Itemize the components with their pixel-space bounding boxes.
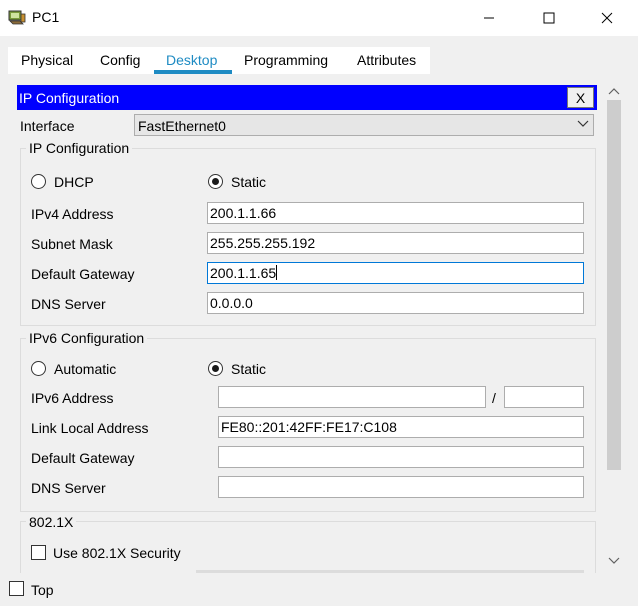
- close-icon: [601, 12, 613, 24]
- prefix-separator: /: [492, 390, 496, 406]
- tab-desktop[interactable]: Desktop: [166, 52, 217, 68]
- minimize-icon: [484, 17, 494, 19]
- ipv6-dns-label: DNS Server: [31, 480, 106, 496]
- ipv6-static-radio[interactable]: [208, 361, 223, 376]
- ipv4-group-title: IP Configuration: [26, 140, 133, 156]
- ipv6-gateway-label: Default Gateway: [31, 450, 135, 466]
- active-tab-indicator: [154, 70, 232, 74]
- interface-label: Interface: [20, 118, 75, 134]
- dhcp-radio[interactable]: [31, 174, 46, 189]
- tab-attributes[interactable]: Attributes: [357, 52, 416, 68]
- minimize-button[interactable]: [466, 0, 512, 36]
- ipv4-dns-field[interactable]: 0.0.0.0: [207, 292, 584, 314]
- subnet-mask-field[interactable]: 255.255.255.192: [207, 232, 584, 254]
- ipv6-gateway-field[interactable]: [218, 446, 584, 468]
- ipv4-address-field[interactable]: 200.1.1.66: [207, 202, 584, 224]
- dhcp-label: DHCP: [54, 174, 94, 190]
- ipv4-static-radio[interactable]: [208, 174, 223, 189]
- packet-tracer-pc-icon: [8, 8, 26, 26]
- dot1x-group-title: 802.1X: [26, 514, 77, 530]
- ipv4-dns-label: DNS Server: [31, 296, 106, 312]
- ipv6-address-label: IPv6 Address: [31, 390, 114, 406]
- ipv6-automatic-label: Automatic: [54, 361, 117, 377]
- window-title: PC1: [32, 9, 60, 25]
- ipv6-address-field[interactable]: [218, 386, 486, 408]
- ip-config-header-title: IP Configuration: [19, 90, 120, 106]
- link-local-label: Link Local Address: [31, 420, 149, 436]
- text-caret: [276, 265, 278, 280]
- dot1x-security-label: Use 802.1X Security: [53, 545, 181, 561]
- close-window-button[interactable]: [584, 0, 630, 36]
- ipv4-address-label: IPv4 Address: [31, 206, 114, 222]
- top-checkbox[interactable]: [9, 581, 24, 596]
- footer-area: [10, 573, 626, 606]
- subnet-mask-label: Subnet Mask: [31, 236, 113, 252]
- ipv6-group-title: IPv6 Configuration: [26, 330, 148, 346]
- chevron-down-icon: [577, 120, 589, 127]
- ip-config-close-button[interactable]: X: [567, 87, 594, 108]
- ipv6-automatic-radio[interactable]: [31, 361, 46, 376]
- tab-physical[interactable]: Physical: [21, 52, 73, 68]
- ipv4-gateway-label: Default Gateway: [31, 266, 135, 282]
- link-local-field[interactable]: FE80::201:42FF:FE17:C108: [218, 416, 584, 438]
- tab-config[interactable]: Config: [100, 52, 140, 68]
- ipv6-dns-field[interactable]: [218, 476, 584, 498]
- ipv4-gateway-value: 200.1.1.65: [210, 265, 277, 281]
- scroll-up-arrow-icon[interactable]: [608, 86, 620, 96]
- maximize-button[interactable]: [526, 0, 572, 36]
- ipv4-gateway-field[interactable]: 200.1.1.65: [207, 262, 584, 284]
- maximize-icon: [543, 12, 555, 24]
- ipv4-static-label: Static: [231, 174, 267, 190]
- dot1x-security-checkbox[interactable]: [31, 545, 46, 560]
- interface-select-value: FastEthernet0: [138, 118, 226, 134]
- ipv6-static-label: Static: [231, 361, 267, 377]
- scroll-down-arrow-icon[interactable]: [608, 556, 620, 566]
- scrollbar-thumb[interactable]: [607, 100, 621, 470]
- ipv6-prefix-field[interactable]: [504, 386, 584, 408]
- top-label: Top: [31, 582, 54, 598]
- tab-programming[interactable]: Programming: [244, 52, 328, 68]
